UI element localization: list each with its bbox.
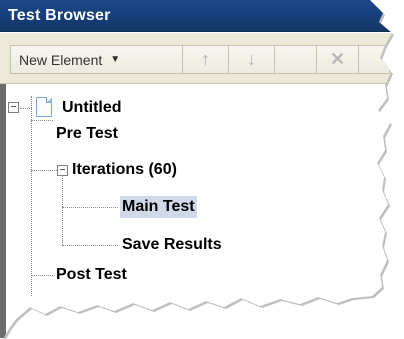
tree-item-label: Untitled [62,99,122,116]
title-bar: Test Browser [0,0,392,32]
collapse-iterations-toggle[interactable]: − [57,165,68,176]
delete-button[interactable]: ✕ [317,46,359,73]
move-up-button[interactable]: ↑ [183,46,229,73]
tree-item-main-test[interactable]: Main Test [120,195,197,219]
toolbar: New Element ▼ ↑ ↓ ✕ [0,32,392,84]
tree-item-post-test[interactable]: Post Test [56,263,127,287]
test-browser-screenshot: Test Browser New Element ▼ ↑ ↓ ✕ − Untit… [0,0,404,339]
tree-connector [31,120,53,121]
panel-left-edge [0,84,6,338]
tree-item-label: Iterations (60) [72,161,177,178]
collapse-root-toggle[interactable]: − [8,102,19,113]
chevron-down-icon: ▼ [110,54,121,65]
tree-item-untitled[interactable]: Untitled [62,96,122,120]
window-title: Test Browser [8,7,111,24]
tree-item-pre-test[interactable]: Pre Test [56,122,118,146]
new-element-label: New Element [19,51,103,68]
close-icon: ✕ [329,49,346,69]
move-down-button[interactable]: ↓ [229,46,275,73]
tree-connector [20,108,32,109]
tree-item-label: Pre Test [56,125,118,142]
tree-connector [31,275,53,276]
tree-connector [62,245,118,246]
document-icon [36,97,52,117]
tree-connector [62,172,63,245]
tree-item-label-selected: Main Test [120,196,197,218]
tree-item-iterations[interactable]: Iterations (60) [72,158,177,182]
tree-item-save-results[interactable]: Save Results [122,233,222,257]
arrow-up-icon: ↑ [201,49,210,69]
tree-connector [62,207,118,208]
test-browser-panel: Test Browser New Element ▼ ↑ ↓ ✕ − Untit… [0,0,392,339]
toolbar-separator [275,46,317,73]
new-element-dropdown[interactable]: New Element ▼ [11,46,183,73]
arrow-down-icon: ↓ [247,49,256,69]
tree-item-label: Post Test [56,266,127,283]
tree-connector [31,96,32,296]
toolbar-group: New Element ▼ ↑ ↓ ✕ [10,45,390,74]
tree-item-label: Save Results [122,236,222,253]
